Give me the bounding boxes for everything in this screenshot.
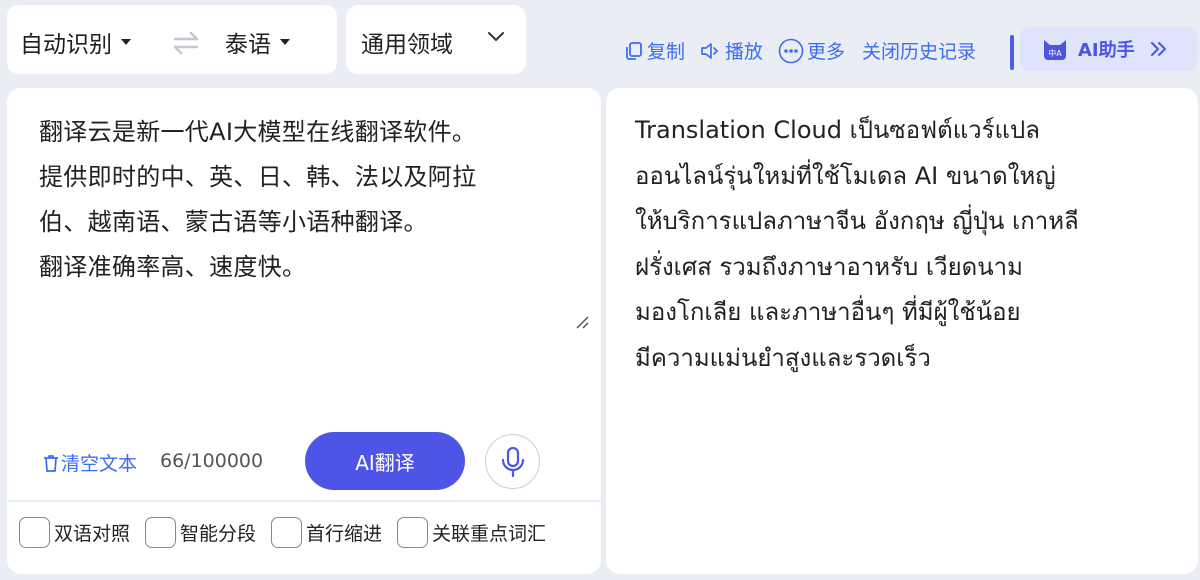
source-language-select[interactable]: 自动识别 bbox=[20, 25, 131, 59]
microphone-button[interactable] bbox=[485, 434, 540, 489]
result-panel: Translation Cloud เป็นซอฟต์แวร์แปล ออนไล… bbox=[606, 88, 1198, 574]
copy-icon bbox=[626, 41, 642, 60]
more-button[interactable]: 更多 bbox=[778, 37, 845, 64]
option-label: 智能分段 bbox=[180, 523, 257, 545]
copy-label: 复制 bbox=[647, 41, 686, 63]
play-label: 播放 bbox=[725, 41, 764, 63]
options-bar: 双语对照 智能分段 首行缩进 关联重点词汇 bbox=[7, 500, 601, 574]
ai-translate-label: AI翻译 bbox=[355, 450, 415, 475]
checkbox[interactable] bbox=[19, 517, 50, 548]
translation-result-text: Translation Cloud เป็นซอฟต์แวร์แปล ออนไล… bbox=[635, 116, 1079, 372]
ai-assistant-button[interactable]: 中A AI助手 bbox=[1020, 27, 1198, 71]
clear-text-button[interactable]: 清空文本 bbox=[41, 449, 137, 476]
more-dots-icon bbox=[778, 38, 804, 63]
ai-translate-button[interactable]: AI翻译 bbox=[305, 432, 465, 490]
option-first-line-indent[interactable]: 首行缩进 bbox=[271, 517, 382, 548]
option-label: 首行缩进 bbox=[306, 523, 383, 545]
source-language-label: 自动识别 bbox=[20, 32, 112, 58]
option-smart-paragraph[interactable]: 智能分段 bbox=[145, 517, 256, 548]
checkbox[interactable] bbox=[145, 517, 176, 548]
source-panel: 翻译云是新一代AI大模型在线翻译软件。 提供即时的中、英、日、韩、法以及阿拉 伯… bbox=[7, 88, 601, 574]
target-language-label: 泰语 bbox=[225, 32, 271, 58]
microphone-icon bbox=[501, 446, 524, 477]
option-bilingual[interactable]: 双语对照 bbox=[19, 517, 130, 548]
domain-label: 通用领域 bbox=[361, 32, 453, 58]
close-history-button[interactable]: 关闭历史记录 bbox=[862, 37, 976, 64]
option-label: 双语对照 bbox=[54, 523, 131, 545]
double-chevron-right-icon bbox=[1150, 42, 1166, 56]
caret-down-icon bbox=[280, 39, 290, 45]
chevron-down-icon bbox=[488, 32, 504, 41]
ai-assistant-label: AI助手 bbox=[1078, 40, 1135, 61]
resize-handle-icon[interactable] bbox=[574, 314, 590, 330]
option-label: 关联重点词汇 bbox=[432, 523, 547, 545]
checkbox[interactable] bbox=[271, 517, 302, 548]
toolbar-divider bbox=[1010, 35, 1014, 70]
ai-cat-icon: 中A bbox=[1044, 40, 1066, 60]
checkbox[interactable] bbox=[397, 517, 428, 548]
copy-button[interactable]: 复制 bbox=[624, 37, 685, 64]
language-bar: 自动识别 泰语 bbox=[7, 5, 337, 74]
option-related-keywords[interactable]: 关联重点词汇 bbox=[397, 517, 546, 548]
play-audio-button[interactable]: 播放 bbox=[700, 37, 763, 64]
more-label: 更多 bbox=[807, 41, 846, 63]
target-language-select[interactable]: 泰语 bbox=[225, 25, 290, 59]
clear-text-label: 清空文本 bbox=[61, 453, 138, 475]
character-count: 66/100000 bbox=[160, 450, 264, 472]
caret-down-icon bbox=[121, 39, 131, 45]
speaker-icon bbox=[701, 42, 719, 59]
swap-arrows-icon[interactable] bbox=[171, 30, 201, 56]
trash-icon bbox=[44, 454, 58, 472]
svg-text:中A: 中A bbox=[1048, 48, 1062, 58]
source-text-input[interactable]: 翻译云是新一代AI大模型在线翻译软件。 提供即时的中、英、日、韩、法以及阿拉 伯… bbox=[39, 110, 584, 290]
close-history-label: 关闭历史记录 bbox=[862, 41, 977, 63]
